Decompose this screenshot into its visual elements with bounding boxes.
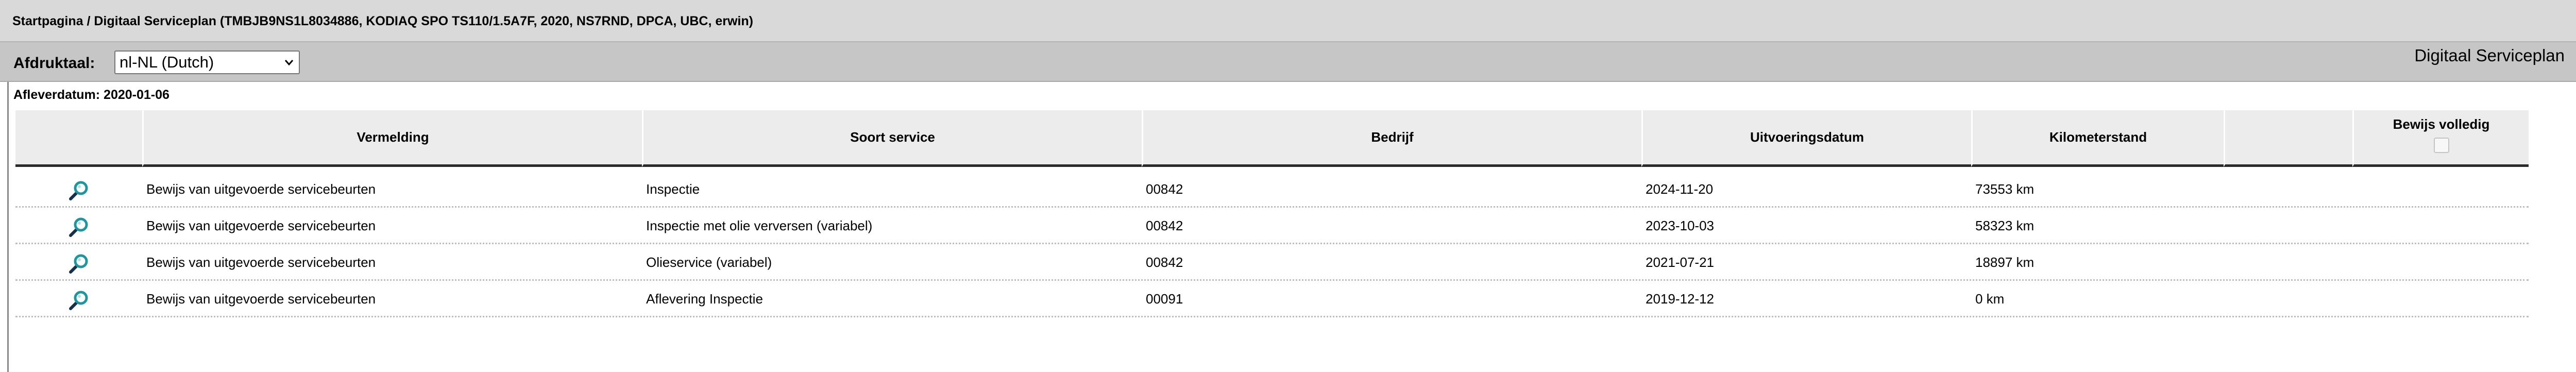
magnifier-icon[interactable]	[66, 179, 90, 203]
company-cell: 00091	[1146, 291, 1183, 307]
mileage-cell: 58323 km	[1975, 218, 2035, 233]
service-type-cell: Inspectie	[646, 181, 700, 197]
delivery-date: Afleverdatum: 2020-01-06	[13, 88, 170, 102]
magnifier-icon[interactable]	[66, 289, 90, 313]
table-header: Vermelding Soort service Bedrijf Uitvoer…	[15, 110, 2529, 167]
date-cell: 2023-10-03	[1646, 218, 1714, 233]
service-type-cell: Inspectie met olie verversen (variabel)	[646, 218, 873, 233]
table-row: Bewijs van uitgevoerde servicebeurten Oli…	[15, 244, 2529, 281]
table-row: Bewijs van uitgevoerde servicebeurten Afl…	[15, 281, 2529, 317]
company-cell: 00842	[1146, 218, 1183, 233]
entry-cell: Bewijs van uitgevoerde servicebeurten	[146, 291, 376, 307]
entry-cell: Bewijs van uitgevoerde servicebeurten	[146, 218, 376, 233]
company-cell: 00842	[1146, 181, 1183, 197]
column-header-date[interactable]: Uitvoeringsdatum	[1641, 110, 1971, 167]
date-cell: 2019-12-12	[1646, 291, 1714, 307]
table-row: Bewijs van uitgevoerde servicebeurten Ins…	[15, 171, 2529, 208]
column-header-entry[interactable]: Vermelding	[142, 110, 642, 167]
column-header-service-type[interactable]: Soort service	[642, 110, 1142, 167]
mileage-cell: 18897 km	[1975, 255, 2035, 270]
service-type-cell: Aflevering Inspectie	[646, 291, 763, 307]
column-header-mileage[interactable]: Kilometerstand	[1971, 110, 2224, 167]
print-language-select[interactable]: nl-NL (Dutch)	[114, 50, 300, 74]
proof-complete-checkbox[interactable]	[2433, 138, 2449, 153]
column-header-action	[15, 110, 142, 167]
toolbar: Afdruktaal: nl-NL (Dutch) Digitaal Servi…	[0, 42, 2576, 82]
entry-cell: Bewijs van uitgevoerde servicebeurten	[146, 181, 376, 197]
magnifier-icon[interactable]	[66, 252, 90, 276]
print-language-value: nl-NL (Dutch)	[120, 53, 214, 71]
breadcrumb: Startpagina / Digitaal Serviceplan (TMBJ…	[0, 0, 2576, 42]
service-type-cell: Olieservice (variabel)	[646, 255, 772, 270]
chevron-down-icon	[284, 60, 294, 66]
mileage-cell: 73553 km	[1975, 181, 2035, 197]
print-language-label: Afdruktaal:	[13, 55, 95, 72]
entry-cell: Bewijs van uitgevoerde servicebeurten	[146, 255, 376, 270]
proof-complete-label: Bewijs volledig	[2393, 116, 2490, 132]
column-header-company[interactable]: Bedrijf	[1142, 110, 1641, 167]
content-border	[7, 82, 9, 372]
mileage-cell: 0 km	[1975, 291, 2005, 307]
date-cell: 2021-07-21	[1646, 255, 1714, 270]
company-cell: 00842	[1146, 255, 1183, 270]
magnifier-icon[interactable]	[66, 216, 90, 240]
date-cell: 2024-11-20	[1646, 181, 1714, 197]
column-header-proof-complete: Bewijs volledig	[2352, 110, 2529, 167]
column-header-blank	[2224, 110, 2352, 167]
table-row: Bewijs van uitgevoerde servicebeurten Ins…	[15, 208, 2529, 244]
page-title: Digitaal Serviceplan	[2414, 46, 2565, 65]
